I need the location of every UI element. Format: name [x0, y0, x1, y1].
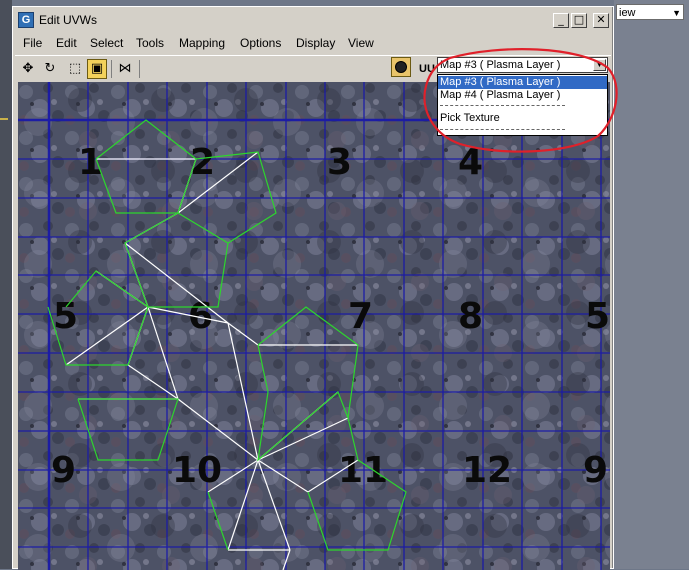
- background-window-right: iew ▼: [614, 0, 689, 569]
- tile-label: 5: [585, 296, 610, 337]
- menu-mapping[interactable]: Mapping: [179, 36, 225, 50]
- menu-tools[interactable]: Tools: [136, 36, 164, 50]
- scale-icon: ⬚: [68, 61, 82, 76]
- menu-options[interactable]: Options: [240, 36, 281, 50]
- toolbar-separator: [111, 60, 112, 78]
- tile-label: 9: [583, 450, 608, 491]
- toolbar-separator: [139, 60, 140, 78]
- tile-label: 7: [348, 296, 373, 337]
- freeform-tool-button[interactable]: ▣: [87, 59, 107, 79]
- background-view-label: iew: [619, 7, 636, 19]
- rotate-icon: ↻: [44, 61, 56, 76]
- menu-view[interactable]: View: [348, 36, 374, 50]
- mirror-icon: ⋈: [118, 61, 132, 76]
- background-marker: [0, 118, 8, 120]
- tile-label: 9: [51, 450, 76, 491]
- tile-label: 8: [458, 296, 483, 337]
- tile-label: 3: [327, 142, 352, 183]
- menu-edit[interactable]: Edit: [56, 36, 77, 50]
- rotate-tool-button[interactable]: ↻: [40, 59, 60, 79]
- annotation-circle: [423, 48, 618, 153]
- minimize-button[interactable]: _: [553, 13, 569, 28]
- background-window-left: [0, 0, 12, 569]
- menu-select[interactable]: Select: [90, 36, 123, 50]
- chevron-down-icon: ▼: [672, 8, 681, 18]
- menu-file[interactable]: File: [23, 36, 42, 50]
- move-tool-button[interactable]: ✥: [18, 59, 38, 79]
- tile-label: 1: [78, 142, 103, 183]
- title-bar[interactable]: G Edit UVWs _ □ ✕: [15, 9, 611, 31]
- app-icon: G: [18, 12, 34, 28]
- tile-label: 2: [190, 142, 215, 183]
- menu-display[interactable]: Display: [296, 36, 335, 50]
- show-map-button[interactable]: [391, 57, 411, 77]
- tile-label: 12: [462, 450, 512, 491]
- tile-label: 5: [53, 296, 78, 337]
- background-view-dropdown[interactable]: iew ▼: [616, 4, 684, 20]
- move-icon: ✥: [22, 61, 34, 76]
- window-title: Edit UVWs: [39, 13, 98, 27]
- tile-label: 11: [338, 450, 388, 491]
- scale-tool-button[interactable]: ⬚: [65, 59, 85, 79]
- freeform-icon: ▣: [90, 61, 104, 76]
- mirror-tool-button[interactable]: ⋈: [115, 59, 135, 79]
- tile-label: 10: [172, 450, 222, 491]
- close-button[interactable]: ✕: [593, 13, 609, 28]
- maximize-button[interactable]: □: [571, 13, 587, 28]
